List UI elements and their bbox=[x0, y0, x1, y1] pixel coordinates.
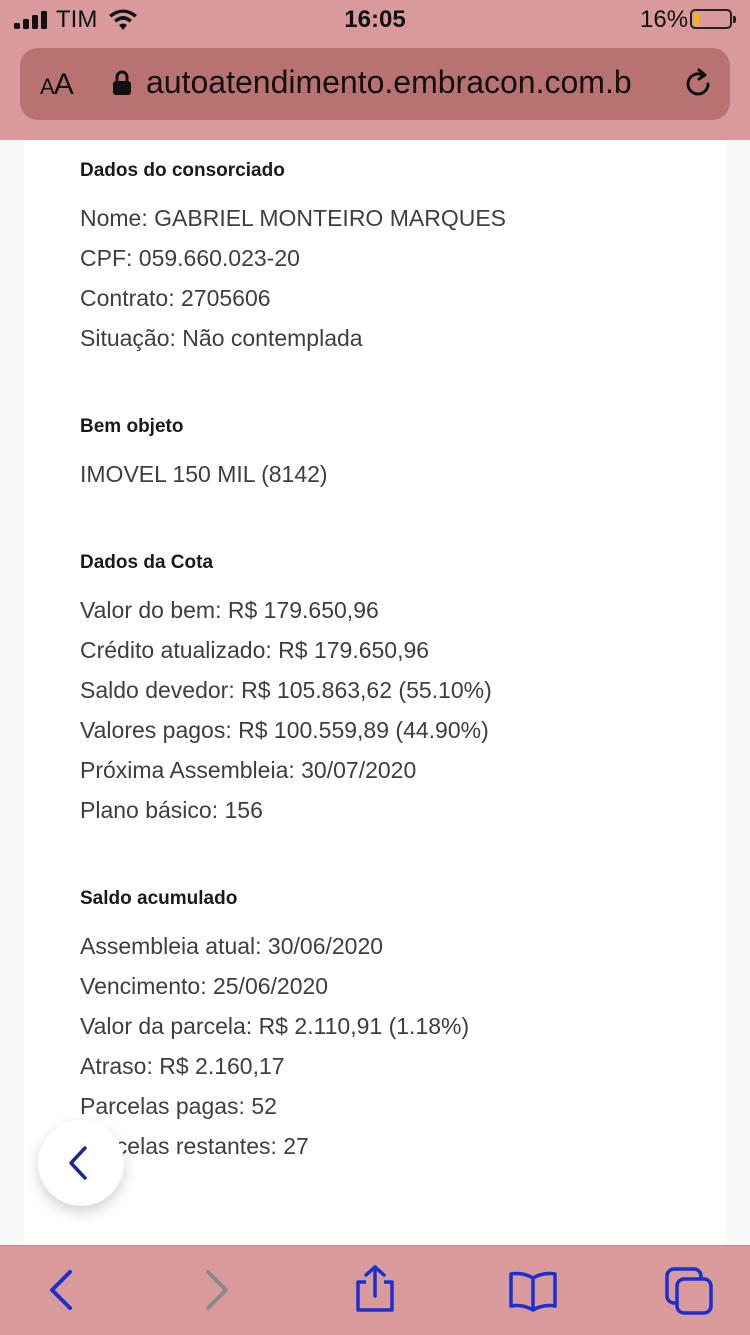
detail-line: Plano básico: 156 bbox=[80, 797, 263, 823]
detail-line: Próxima Assembleia: 30/07/2020 bbox=[80, 757, 417, 783]
browser-toolbar bbox=[0, 1245, 750, 1335]
detail-line: Contrato: 2705606 bbox=[80, 285, 271, 311]
section-dados-cota: Dados da Cota Valor do bem: R$ 179.650,9… bbox=[80, 548, 492, 830]
tabs-icon[interactable] bbox=[664, 1266, 716, 1316]
section-bem-objeto: Bem objeto IMOVEL 150 MIL (8142) bbox=[80, 412, 328, 494]
lock-icon bbox=[113, 70, 131, 95]
chevron-left-icon bbox=[69, 1146, 87, 1180]
address-bar[interactable]: AA autoatendimento.embracon.com.b bbox=[20, 48, 730, 120]
detail-line: Saldo devedor: R$ 105.863,62 (55.10%) bbox=[80, 677, 492, 703]
reload-icon[interactable] bbox=[682, 68, 714, 100]
detail-line: Parcelas restantes: 27 bbox=[80, 1133, 309, 1159]
section-title: Saldo acumulado bbox=[80, 888, 238, 909]
section-title: Dados da Cota bbox=[80, 552, 214, 573]
detail-line: Parcelas pagas: 52 bbox=[80, 1093, 277, 1119]
clock: 16:05 bbox=[344, 6, 406, 33]
status-bar: TIM 16:05 16% bbox=[0, 0, 750, 42]
battery-icon bbox=[690, 9, 736, 29]
detail-line: Vencimento: 25/06/2020 bbox=[80, 973, 329, 999]
detail-line: Valores pagos: R$ 100.559,89 (44.90%) bbox=[80, 717, 489, 743]
url-text[interactable]: autoatendimento.embracon.com.b bbox=[146, 64, 660, 101]
detail-line: Nome: GABRIEL MONTEIRO MARQUES bbox=[80, 205, 506, 231]
detail-line: CPF: 059.660.023-20 bbox=[80, 245, 300, 271]
text-size-button[interactable]: AA bbox=[40, 68, 74, 102]
detail-line: Assembleia atual: 30/06/2020 bbox=[80, 933, 384, 959]
battery-percentage: 16% bbox=[640, 6, 689, 33]
section-consorciado: Dados do consorciado Nome: GABRIEL MONTE… bbox=[80, 156, 506, 358]
detail-line: Situação: Não contemplada bbox=[80, 325, 363, 351]
detail-line: IMOVEL 150 MIL (8142) bbox=[80, 461, 328, 487]
share-icon[interactable] bbox=[352, 1264, 398, 1314]
section-title: Bem objeto bbox=[80, 416, 184, 437]
forward-icon[interactable] bbox=[200, 1268, 234, 1312]
section-saldo-acumulado: Saldo acumulado Assembleia atual: 30/06/… bbox=[80, 884, 469, 1166]
web-page: Dados do consorciado Nome: GABRIEL MONTE… bbox=[0, 140, 750, 1245]
back-icon[interactable] bbox=[44, 1268, 78, 1312]
detail-line: Valor do bem: R$ 179.650,96 bbox=[80, 597, 379, 623]
detail-line: Atraso: R$ 2.160,17 bbox=[80, 1053, 285, 1079]
detail-line: Valor da parcela: R$ 2.110,91 (1.18%) bbox=[80, 1013, 470, 1039]
section-title: Dados do consorciado bbox=[80, 160, 285, 181]
detail-line: Crédito atualizado: R$ 179.650,96 bbox=[80, 637, 430, 663]
floating-back-button[interactable] bbox=[38, 1120, 124, 1206]
bookmarks-icon[interactable] bbox=[508, 1270, 558, 1312]
